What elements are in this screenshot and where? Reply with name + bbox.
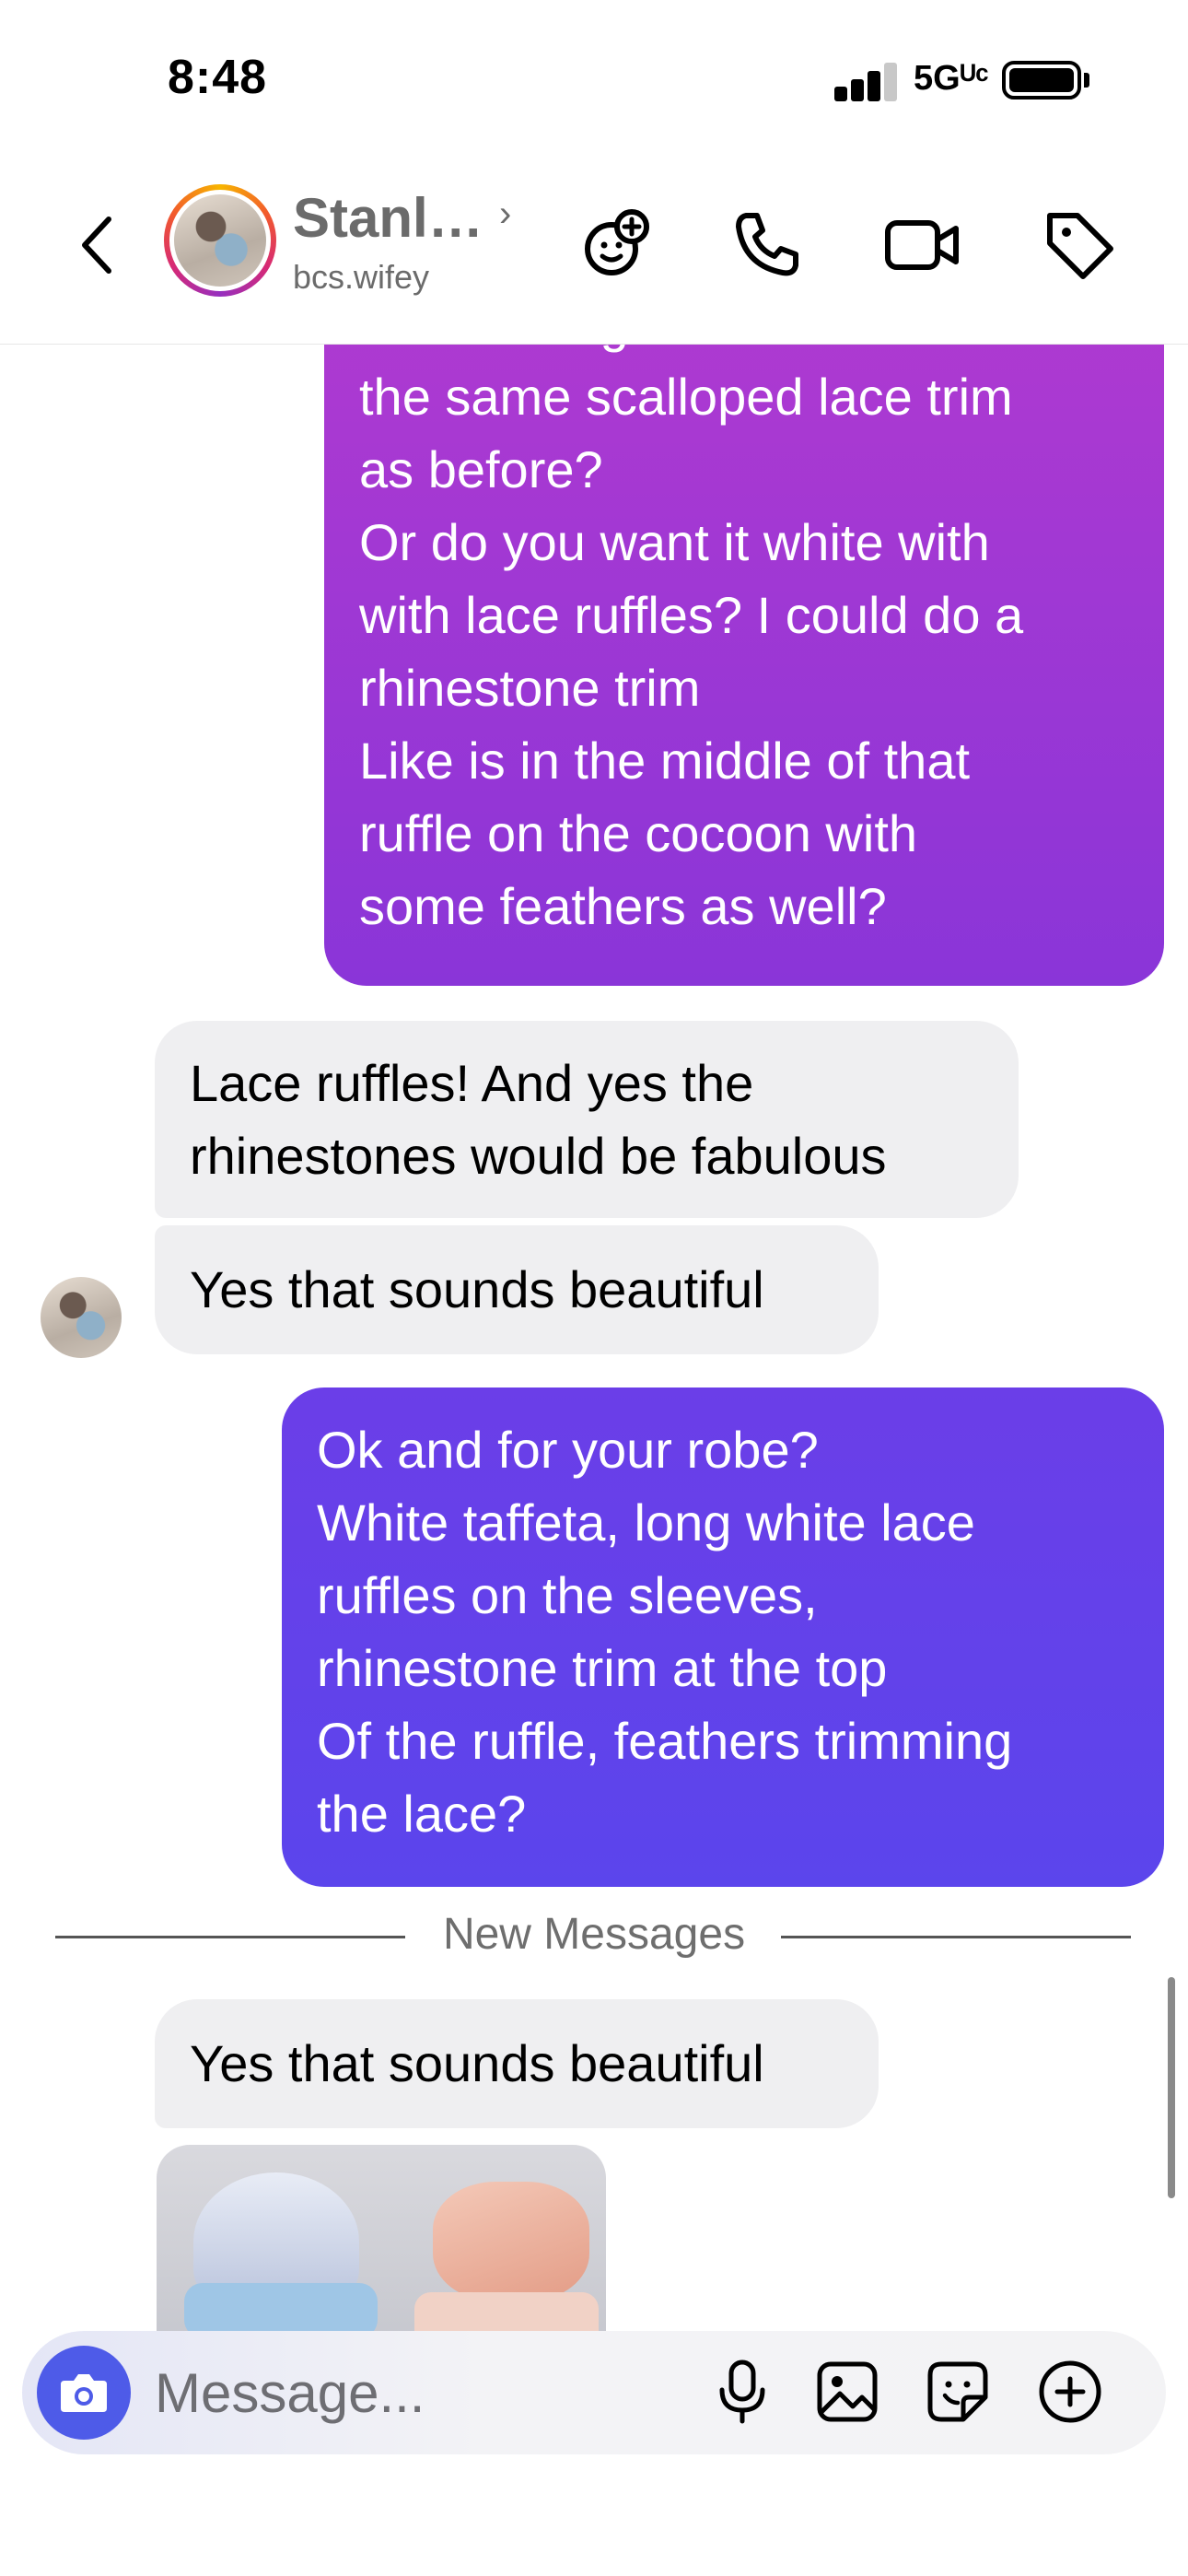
signal-icon bbox=[834, 61, 899, 101]
video-call-button[interactable] bbox=[880, 203, 963, 286]
message-line: Yes that sounds beautiful bbox=[190, 2034, 764, 2092]
sent-message[interactable]: the bedding and robe? With the same scal… bbox=[324, 267, 1164, 986]
chevron-left-icon bbox=[82, 217, 111, 274]
message-line: Of the ruffle, feathers trimming bbox=[317, 1712, 1013, 1770]
back-button[interactable] bbox=[72, 208, 127, 282]
message-line: Or do you want it white with bbox=[359, 513, 990, 571]
message-line: White taffeta, long white lace bbox=[317, 1493, 975, 1551]
phone-icon bbox=[736, 213, 798, 276]
sent-message[interactable]: Ok and for your robe? White taffeta, lon… bbox=[282, 1388, 1164, 1887]
scrollbar[interactable] bbox=[1168, 1977, 1175, 2198]
contact-username[interactable]: bcs.wifey bbox=[293, 258, 429, 297]
message-composer bbox=[22, 2331, 1166, 2454]
gallery-button[interactable] bbox=[810, 2355, 884, 2429]
chat-screen: 8:48 5Gᵁᶜ the bedding and robe? With the… bbox=[0, 0, 1188, 2576]
message-line: rhinestone trim bbox=[359, 659, 701, 717]
message-line: Lace ruffles! And yes the bbox=[190, 1054, 754, 1112]
sticker-button[interactable] bbox=[921, 2355, 995, 2429]
message-line: Yes that sounds beautiful bbox=[190, 1260, 764, 1318]
effects-icon bbox=[585, 209, 649, 275]
video-icon bbox=[885, 220, 959, 270]
message-line: with lace ruffles? I could do a bbox=[359, 586, 1024, 644]
message-line: Ok and for your robe? bbox=[317, 1421, 819, 1479]
received-message[interactable]: Yes that sounds beautiful bbox=[155, 1225, 879, 1354]
message-line: the same scalloped lace trim bbox=[359, 368, 1013, 426]
message-line: the lace? bbox=[317, 1785, 527, 1843]
avatar bbox=[174, 194, 266, 287]
sticker-icon bbox=[927, 2361, 988, 2422]
voice-button[interactable] bbox=[705, 2355, 779, 2429]
contact-name[interactable]: Stanl… bbox=[293, 186, 483, 250]
divider-line-left bbox=[55, 1936, 405, 1938]
message-line: some feathers as well? bbox=[359, 877, 887, 935]
network-type: 5Gᵁᶜ bbox=[914, 59, 989, 98]
tag-icon bbox=[1047, 213, 1113, 279]
received-message[interactable]: Lace ruffles! And yes the rhinestones wo… bbox=[155, 1021, 1019, 1218]
more-button[interactable] bbox=[1033, 2355, 1107, 2429]
sender-avatar[interactable] bbox=[41, 1277, 122, 1358]
plus-circle-icon bbox=[1039, 2360, 1101, 2423]
message-input[interactable] bbox=[155, 2351, 707, 2434]
status-bar: 8:48 5Gᵁᶜ bbox=[0, 0, 1188, 157]
divider-line-right bbox=[781, 1936, 1131, 1938]
chat-header: Stanl… › bcs.wifey bbox=[0, 166, 1188, 345]
contact-avatar[interactable] bbox=[164, 184, 276, 297]
status-time: 8:48 bbox=[168, 51, 268, 104]
message-line: rhinestone trim at the top bbox=[317, 1639, 888, 1697]
received-message[interactable]: Yes that sounds beautiful bbox=[155, 1999, 879, 2128]
tag-button[interactable] bbox=[1037, 203, 1120, 286]
message-line: as before? bbox=[359, 440, 603, 498]
camera-button[interactable] bbox=[37, 2346, 131, 2440]
message-line: Like is in the middle of that bbox=[359, 732, 971, 790]
new-messages-divider: New Messages bbox=[442, 1910, 746, 1959]
camera-icon bbox=[61, 2374, 107, 2412]
audio-call-button[interactable] bbox=[726, 203, 809, 286]
photo-message[interactable] bbox=[157, 2145, 606, 2338]
microphone-icon bbox=[719, 2359, 765, 2424]
battery-icon bbox=[1002, 61, 1081, 100]
gallery-icon bbox=[817, 2361, 878, 2422]
effects-button[interactable] bbox=[577, 203, 659, 286]
chevron-right-icon[interactable]: › bbox=[499, 193, 511, 235]
message-line: rhinestones would be fabulous bbox=[190, 1127, 887, 1185]
battery-cap bbox=[1084, 73, 1089, 88]
message-line: ruffles on the sleeves, bbox=[317, 1566, 818, 1624]
message-line: ruffle on the cocoon with bbox=[359, 804, 918, 862]
